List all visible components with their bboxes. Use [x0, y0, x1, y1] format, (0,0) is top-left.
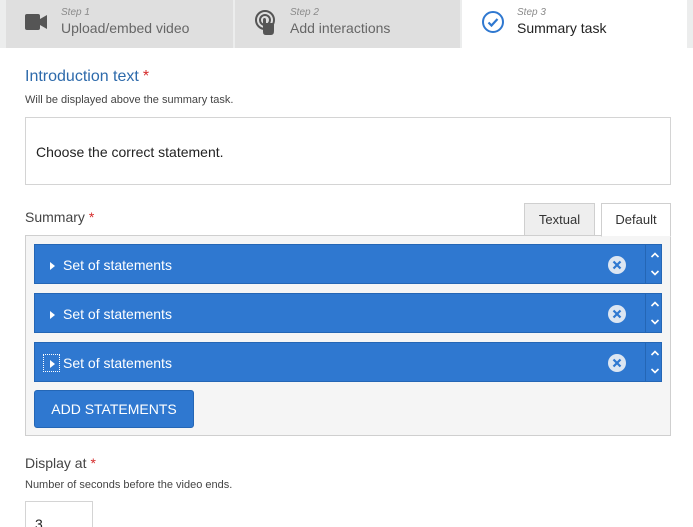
page-edge — [688, 48, 693, 527]
statement-set-label: Set of statements — [63, 257, 172, 273]
required-mark: * — [142, 68, 150, 85]
add-statements-button[interactable]: ADD STATEMENTS — [34, 390, 194, 428]
display-at-input[interactable] — [25, 501, 93, 527]
move-up-icon[interactable] — [650, 300, 660, 308]
step-label: Summary task — [517, 20, 607, 36]
intro-text-heading: Introduction text * — [25, 68, 149, 86]
summary-task-editor: Step 1 Upload/embed video Step 2 Add int… — [0, 0, 693, 527]
intro-text-description: Will be displayed above the summary task… — [25, 94, 234, 106]
required-mark: * — [88, 209, 95, 225]
step-number: Step 3 — [517, 7, 546, 18]
move-up-icon[interactable] — [650, 251, 660, 259]
tab-default[interactable]: Default — [601, 203, 671, 237]
step-label: Add interactions — [290, 20, 391, 36]
reorder-controls — [645, 245, 663, 283]
move-down-icon[interactable] — [650, 318, 660, 326]
statement-set-label: Set of statements — [63, 355, 172, 371]
step-tab-upload[interactable]: Step 1 Upload/embed video — [6, 0, 233, 48]
display-at-label: Display at — [25, 455, 87, 471]
display-at-heading: Display at * — [25, 455, 96, 471]
statement-set-item[interactable]: Set of statements — [34, 342, 662, 382]
step-tab-summary[interactable]: Step 3 Summary task — [462, 0, 687, 48]
intro-text-field[interactable]: Choose the correct statement. — [25, 117, 671, 185]
statement-set-item[interactable]: Set of statements — [34, 244, 662, 284]
statement-set-label: Set of statements — [63, 306, 172, 322]
required-mark: * — [90, 455, 96, 471]
remove-icon[interactable] — [608, 305, 626, 323]
display-at-description: Number of seconds before the video ends. — [25, 479, 233, 491]
summary-label: Summary — [25, 209, 85, 225]
summary-heading: Summary * — [25, 209, 94, 225]
check-circle-icon — [481, 10, 505, 34]
statement-set-item[interactable]: Set of statements — [34, 293, 662, 333]
intro-text-label: Introduction text — [25, 68, 139, 85]
move-up-icon[interactable] — [650, 349, 660, 357]
intro-text-value: Choose the correct statement. — [36, 144, 224, 160]
reorder-controls — [645, 294, 663, 332]
video-camera-icon — [25, 10, 49, 34]
reorder-controls — [645, 343, 663, 381]
touch-gesture-icon — [254, 10, 278, 35]
move-down-icon[interactable] — [650, 269, 660, 277]
summary-statements-panel: Set of statements Set of statements Set … — [25, 235, 671, 436]
tab-textual[interactable]: Textual — [524, 203, 595, 235]
step-label: Upload/embed video — [61, 20, 190, 36]
expand-caret-icon[interactable] — [43, 354, 60, 372]
step-number: Step 1 — [61, 7, 90, 18]
step-tab-interactions[interactable]: Step 2 Add interactions — [235, 0, 460, 48]
remove-icon[interactable] — [608, 354, 626, 372]
step-number: Step 2 — [290, 7, 319, 18]
wizard-steps: Step 1 Upload/embed video Step 2 Add int… — [0, 0, 693, 48]
expand-caret-icon[interactable] — [48, 308, 58, 320]
remove-icon[interactable] — [608, 256, 626, 274]
expand-caret-icon[interactable] — [48, 259, 58, 271]
move-down-icon[interactable] — [650, 367, 660, 375]
